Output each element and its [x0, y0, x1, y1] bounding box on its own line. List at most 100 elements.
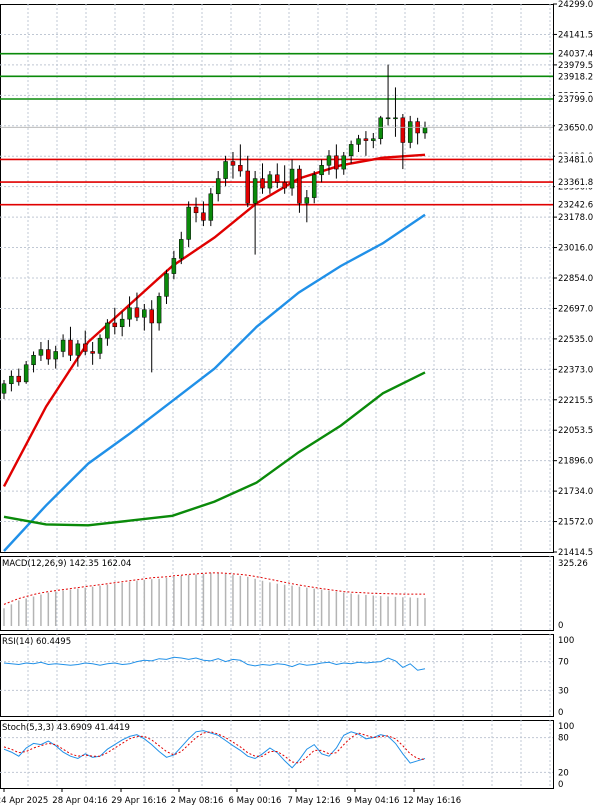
candle-body — [326, 155, 332, 166]
rsi-line — [3, 656, 426, 671]
price-chart: 24299.024141.523979.523817.523655.523498… — [0, 0, 599, 806]
candle-body — [127, 307, 132, 320]
x-tick-label: 2 May 08:16 — [171, 796, 224, 806]
candle-body — [223, 161, 228, 179]
stoch-label: Stoch(5,3,3) 43.6909 41.4419 — [2, 723, 130, 733]
y-tick-label: 22535.0 — [558, 335, 593, 345]
candle-body — [252, 178, 258, 204]
candle-body — [208, 193, 214, 221]
y-tick-label: 100 — [558, 636, 574, 646]
y-tick-label: 22697.0 — [558, 304, 593, 314]
y-tick-label: 24141.5 — [558, 30, 593, 40]
y-tick-label: 23178.0 — [558, 213, 593, 223]
candle-body — [171, 258, 177, 274]
candle-body — [334, 155, 339, 170]
candle-body — [9, 375, 14, 385]
candle-body — [230, 161, 236, 166]
candle-body — [75, 343, 81, 356]
y-tick-label: 22854.0 — [558, 274, 593, 284]
candle-body — [297, 168, 302, 204]
candle-body — [371, 138, 376, 141]
candle-body — [289, 168, 295, 189]
panel-frame — [0, 634, 554, 717]
price-level-label: 23918.2 — [558, 72, 593, 82]
candle-body — [134, 307, 140, 318]
candle-body — [348, 144, 354, 157]
y-tick-label: 21896.0 — [558, 457, 593, 467]
candle-body — [119, 318, 125, 328]
candle-body — [82, 343, 88, 352]
candle-body — [356, 138, 361, 145]
candle-body — [311, 174, 317, 198]
current-price-label: 23650.0 — [558, 123, 593, 133]
candle-body — [16, 375, 22, 383]
candle-body — [385, 117, 391, 120]
candle-body — [193, 206, 199, 214]
price-panel: 24299.024141.523979.523817.523655.523498… — [0, 0, 599, 558]
candle-body — [260, 178, 265, 189]
x-tick-label: 28 Apr 04:16 — [52, 796, 107, 806]
price-level-label: 24037.4 — [558, 50, 593, 60]
candle-body — [378, 117, 383, 139]
candle-body — [112, 322, 118, 328]
candle-body — [38, 349, 44, 356]
macd-signal-line — [3, 572, 425, 605]
y-tick-label: 23979.5 — [558, 61, 593, 71]
candle-body — [156, 296, 162, 324]
y-tick-label: 0 — [558, 780, 563, 790]
candle-body — [215, 178, 221, 195]
y-tick-label: 21414.5 — [558, 548, 593, 558]
y-tick-label: 21734.0 — [558, 487, 593, 497]
candle-body — [142, 309, 147, 318]
macd-label: MACD(12,26,9) 142.35 162.04 — [2, 559, 131, 569]
candle-body — [422, 127, 428, 134]
x-tick-label: 9 May 04:16 — [347, 796, 400, 806]
candle-body — [164, 273, 169, 297]
x-tick-label: 6 May 00:16 — [229, 796, 282, 806]
candle-body — [105, 322, 110, 339]
candle-body — [186, 206, 191, 240]
candle-body — [319, 165, 324, 176]
x-tick-label: 12 May 16:16 — [403, 796, 461, 806]
candle-body — [245, 170, 250, 204]
x-axis: 24 Apr 2025 28 Apr 04:16 29 Apr 16:16 2 May… — [0, 788, 461, 806]
x-tick-label: 7 May 12:16 — [288, 796, 341, 806]
y-tick-label: 24299.0 — [558, 0, 593, 10]
candle-body — [60, 339, 66, 352]
price-level-label: 23799.0 — [558, 95, 593, 105]
candle-body — [393, 117, 398, 120]
candle-body — [46, 349, 51, 360]
y-tick-label: 70 — [558, 658, 569, 668]
y-tick-label: 22053.5 — [558, 426, 593, 436]
candle-body — [53, 351, 58, 360]
moving-average-line — [3, 371, 426, 527]
candle-body — [275, 174, 280, 183]
candle-body — [179, 239, 184, 259]
y-tick-label: 30 — [558, 686, 569, 696]
macd-panel: MACD(12,26,9) 142.35 162.04 325.26 0 — [0, 556, 588, 631]
y-tick-label: 0 — [558, 708, 563, 718]
candle-body — [282, 182, 287, 189]
rsi-panel: RSI(14) 60.4495 100 70 30 0 — [0, 634, 574, 718]
x-tick-label: 24 Apr 2025 — [0, 796, 48, 806]
y-tick-label: 20 — [558, 768, 569, 778]
candle-body — [267, 174, 273, 189]
rsi-label: RSI(14) 60.4495 — [2, 637, 71, 647]
candle-body — [341, 155, 347, 170]
y-tick-label: 80 — [558, 734, 569, 744]
stochastic-panel: Stoch(5,3,3) 43.6909 41.4419 100 80 20 0 — [0, 720, 574, 790]
y-tick-label: 0 — [558, 621, 563, 631]
y-tick-label: 325.26 — [558, 559, 588, 569]
candle-body — [68, 339, 73, 356]
candle-body — [90, 351, 95, 354]
x-tick-label: 29 Apr 16:16 — [111, 796, 166, 806]
y-tick-label: 22373.0 — [558, 365, 593, 375]
candle-body — [363, 138, 369, 141]
candle-body — [23, 364, 29, 383]
candle-body — [400, 117, 406, 143]
stoch-k-line — [3, 730, 426, 769]
candle-body — [201, 212, 206, 221]
y-tick-label: 22215.5 — [558, 396, 593, 406]
candle-body — [97, 337, 103, 354]
candle-body — [1, 383, 7, 394]
